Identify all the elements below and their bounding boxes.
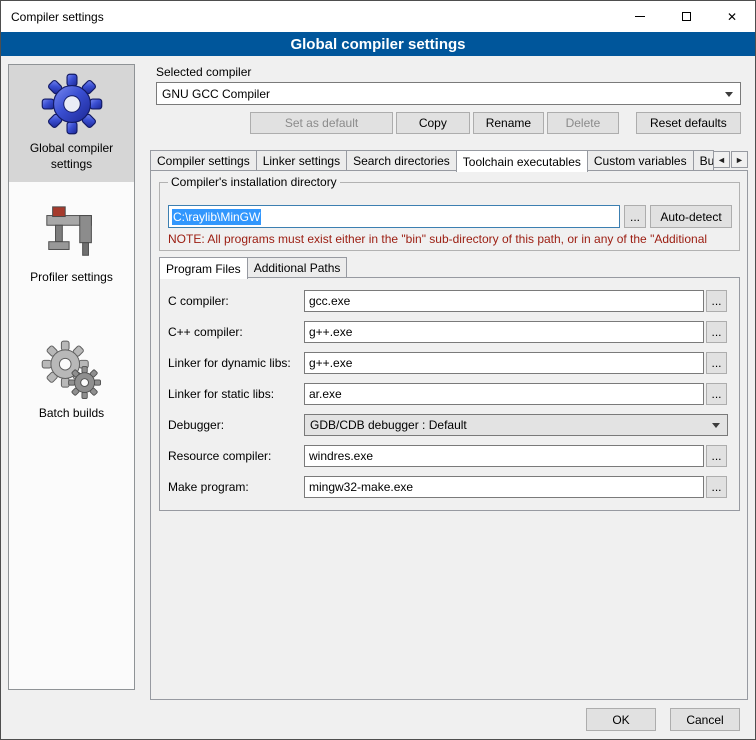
header-banner: Global compiler settings	[1, 32, 755, 56]
installation-directory-legend: Compiler's installation directory	[168, 175, 340, 189]
toolchain-executables-panel: Compiler's installation directory C:\ray…	[150, 170, 748, 700]
subtab-program-files[interactable]: Program Files	[159, 257, 248, 279]
c-compiler-browse-button[interactable]: ...	[706, 290, 727, 312]
program-files-panel: C compiler: ... C++ compiler: ... Linker…	[159, 277, 740, 511]
static-linker-label: Linker for static libs:	[168, 383, 274, 405]
make-program-input[interactable]	[304, 476, 704, 498]
tab-search-directories[interactable]: Search directories	[346, 150, 457, 170]
subtab-additional-paths[interactable]: Additional Paths	[247, 257, 348, 277]
compiler-select[interactable]: GNU GCC Compiler	[156, 82, 741, 105]
chevron-down-icon	[712, 423, 720, 428]
minimize-icon	[635, 16, 645, 17]
compiler-select-value: GNU GCC Compiler	[162, 87, 270, 101]
installation-directory-group: Compiler's installation directory C:\ray…	[159, 182, 740, 251]
sidebar-item-batch-builds[interactable]: Batch builds	[9, 330, 134, 432]
set-as-default-button[interactable]: Set as default	[250, 112, 393, 134]
delete-button[interactable]: Delete	[547, 112, 619, 134]
window-controls: ✕	[617, 1, 755, 32]
rename-button[interactable]: Rename	[473, 112, 545, 134]
tab-scroll-arrows: ◄ ►	[713, 151, 748, 170]
cpp-compiler-input[interactable]	[304, 321, 704, 343]
tab-custom-variables[interactable]: Custom variables	[587, 150, 694, 170]
resource-compiler-browse-button[interactable]: ...	[706, 445, 727, 467]
resource-compiler-input[interactable]	[304, 445, 704, 467]
profiler-tool-icon	[41, 202, 103, 264]
static-linker-input[interactable]	[304, 383, 704, 405]
selected-compiler-label: Selected compiler	[156, 65, 251, 79]
sidebar-item-global-compiler-settings[interactable]: Global compiler settings	[9, 65, 134, 182]
make-program-browse-button[interactable]: ...	[706, 476, 727, 498]
sidebar-item-label: Profiler settings	[30, 270, 113, 286]
compiler-toolbar: Set as default Copy Rename Delete Reset …	[156, 112, 741, 134]
tab-toolchain-executables[interactable]: Toolchain executables	[456, 150, 588, 172]
auto-detect-button[interactable]: Auto-detect	[650, 205, 732, 228]
dynamic-linker-browse-button[interactable]: ...	[706, 352, 727, 374]
close-button[interactable]: ✕	[709, 1, 755, 32]
c-compiler-input[interactable]	[304, 290, 704, 312]
c-compiler-label: C compiler:	[168, 290, 229, 312]
ok-button[interactable]: OK	[586, 708, 656, 731]
tab-build-options[interactable]: Buil	[693, 150, 714, 170]
debugger-label: Debugger:	[168, 414, 224, 436]
selected-path-text: C:\raylib\MinGW	[172, 209, 261, 225]
tab-linker-settings[interactable]: Linker settings	[256, 150, 347, 170]
note-text: NOTE: All programs must exist either in …	[168, 232, 739, 246]
sidebar: Global compiler settings Profiler settin…	[8, 64, 135, 690]
minimize-button[interactable]	[617, 1, 663, 32]
debugger-select-value: GDB/CDB debugger : Default	[310, 418, 467, 432]
close-icon: ✕	[727, 10, 737, 24]
copy-button[interactable]: Copy	[396, 112, 470, 134]
sidebar-item-label: Global compiler settings	[12, 141, 131, 172]
maximize-button[interactable]	[663, 1, 709, 32]
tab-compiler-settings[interactable]: Compiler settings	[150, 150, 257, 170]
tab-bar: Compiler settings Linker settings Search…	[150, 149, 748, 170]
page-title: Global compiler settings	[290, 36, 465, 53]
cpp-compiler-label: C++ compiler:	[168, 321, 243, 343]
program-subtab-bar: Program Files Additional Paths	[159, 256, 740, 277]
static-linker-browse-button[interactable]: ...	[706, 383, 727, 405]
dynamic-linker-label: Linker for dynamic libs:	[168, 352, 291, 374]
reset-defaults-button[interactable]: Reset defaults	[636, 112, 741, 134]
tab-scroll-right-button[interactable]: ►	[731, 151, 748, 168]
make-program-label: Make program:	[168, 476, 249, 498]
resource-compiler-label: Resource compiler:	[168, 445, 271, 467]
sidebar-item-label: Batch builds	[39, 406, 104, 422]
gray-gears-icon	[41, 338, 103, 400]
tab-scroll-left-button[interactable]: ◄	[713, 151, 730, 168]
chevron-down-icon	[725, 92, 733, 97]
installation-directory-input[interactable]: C:\raylib\MinGW	[168, 205, 620, 228]
cancel-button[interactable]: Cancel	[670, 708, 740, 731]
dynamic-linker-input[interactable]	[304, 352, 704, 374]
sidebar-item-profiler-settings[interactable]: Profiler settings	[9, 194, 134, 296]
blue-gear-icon	[41, 73, 103, 135]
window-title: Compiler settings	[11, 10, 104, 24]
cpp-compiler-browse-button[interactable]: ...	[706, 321, 727, 343]
installation-directory-browse-button[interactable]: ...	[624, 205, 646, 228]
debugger-select[interactable]: GDB/CDB debugger : Default	[304, 414, 728, 436]
titlebar: Compiler settings ✕	[1, 1, 755, 32]
maximize-icon	[682, 12, 691, 21]
